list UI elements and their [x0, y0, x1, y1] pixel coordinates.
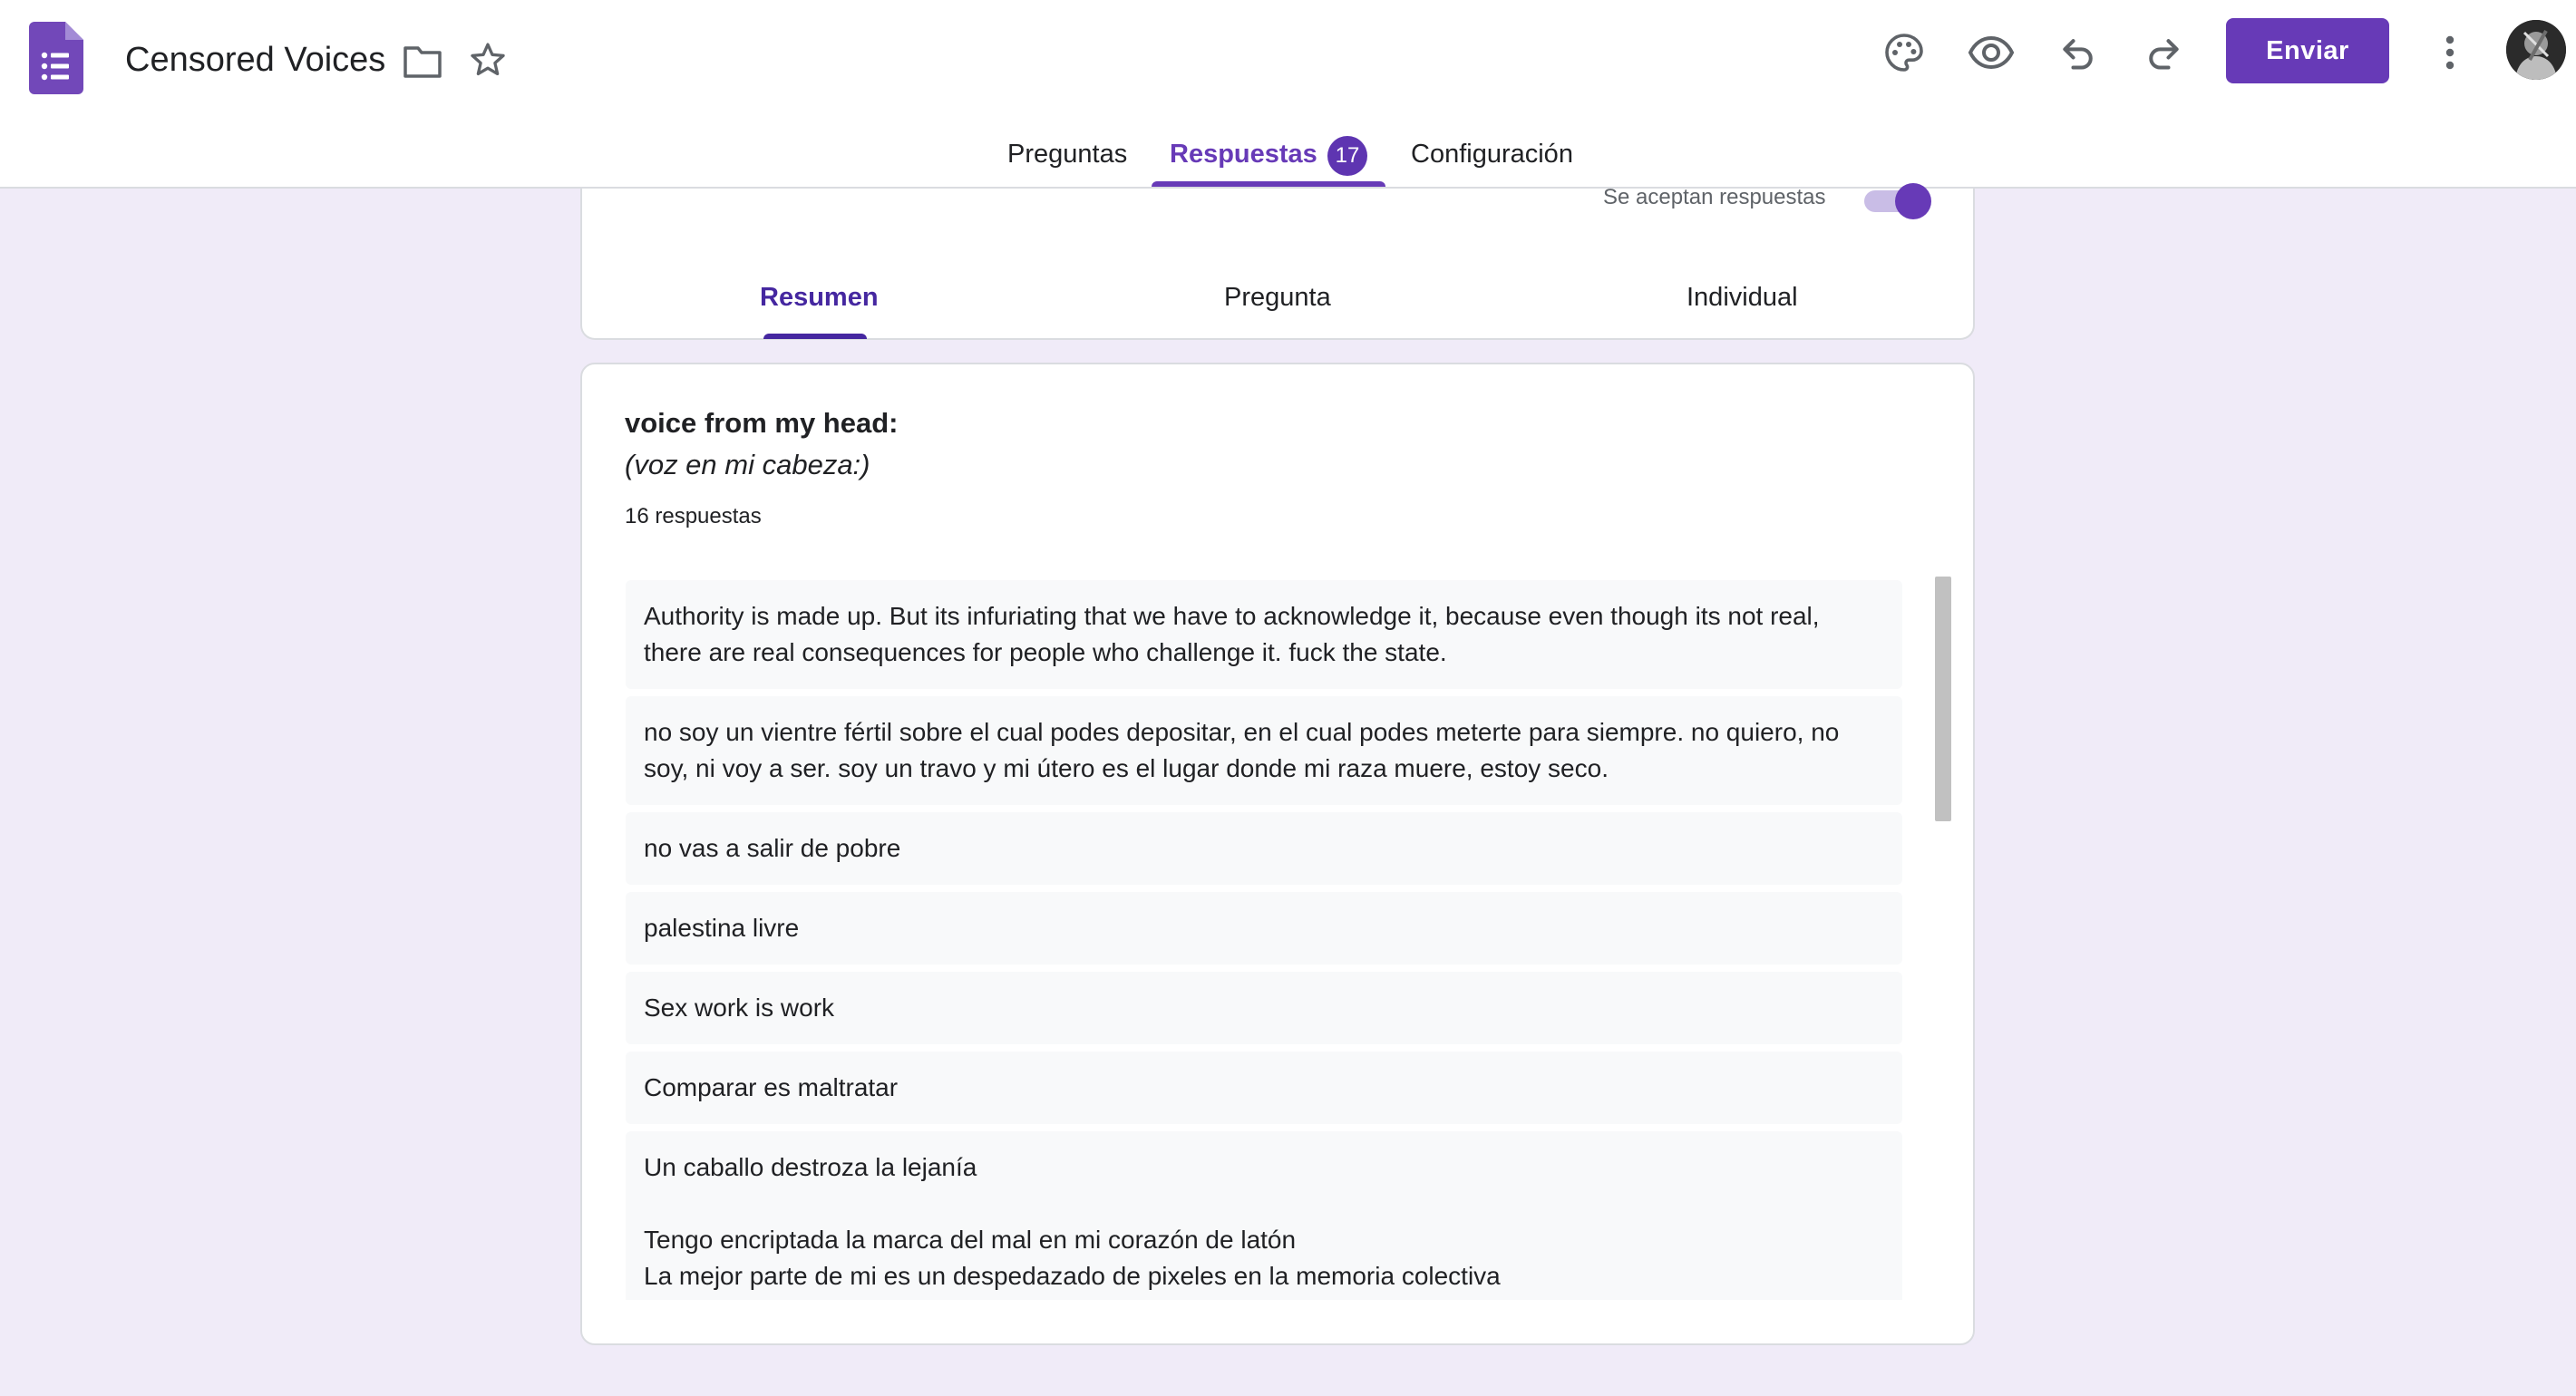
more-vert-icon[interactable]	[2425, 27, 2475, 78]
google-forms-icon[interactable]	[29, 22, 83, 94]
active-subtab-indicator	[763, 334, 867, 339]
tab-responses[interactable]: Respuestas	[1170, 136, 1317, 172]
responses-count-badge: 17	[1327, 136, 1367, 176]
list-item: no soy un vientre fértil sobre el cual p…	[626, 696, 1902, 805]
subtab-question[interactable]: Pregunta	[1224, 279, 1331, 315]
accepting-responses-label: Se aceptan respuestas	[1603, 185, 1826, 209]
responses-summary-card	[580, 189, 1975, 340]
preview-eye-icon[interactable]	[1964, 27, 2018, 78]
answers-list[interactable]: Authority is made up. But its infuriatin…	[626, 580, 1902, 1300]
answers-scrollbar[interactable]	[1935, 577, 1951, 821]
list-item: palestina livre	[626, 892, 1902, 965]
subtab-summary[interactable]: Resumen	[760, 279, 879, 315]
undo-icon[interactable]	[2053, 27, 2104, 78]
question-subtitle: (voz en mi cabeza:)	[625, 449, 870, 480]
send-button[interactable]: Enviar	[2226, 18, 2389, 83]
question-title: voice from my head:	[625, 407, 899, 439]
tab-settings[interactable]: Configuración	[1411, 136, 1573, 172]
active-tab-indicator	[1152, 181, 1385, 187]
list-item: Un caballo destroza la lejanía Tengo enc…	[626, 1131, 1902, 1300]
avatar[interactable]	[2506, 20, 2566, 80]
palette-icon[interactable]	[1879, 27, 1930, 78]
toggle-knob[interactable]	[1895, 183, 1931, 219]
tab-questions[interactable]: Preguntas	[1007, 136, 1127, 172]
redo-icon[interactable]	[2138, 27, 2189, 78]
document-title[interactable]: Censored Voices	[125, 34, 385, 85]
list-item: Authority is made up. But its infuriatin…	[626, 580, 1902, 689]
list-item: Sex work is work	[626, 972, 1902, 1044]
subtab-individual[interactable]: Individual	[1687, 279, 1798, 315]
folder-icon[interactable]	[399, 38, 446, 85]
response-count: 16 respuestas	[625, 504, 762, 528]
list-item: Comparar es maltratar	[626, 1052, 1902, 1124]
list-item: no vas a salir de pobre	[626, 812, 1902, 885]
star-icon[interactable]	[464, 36, 511, 83]
